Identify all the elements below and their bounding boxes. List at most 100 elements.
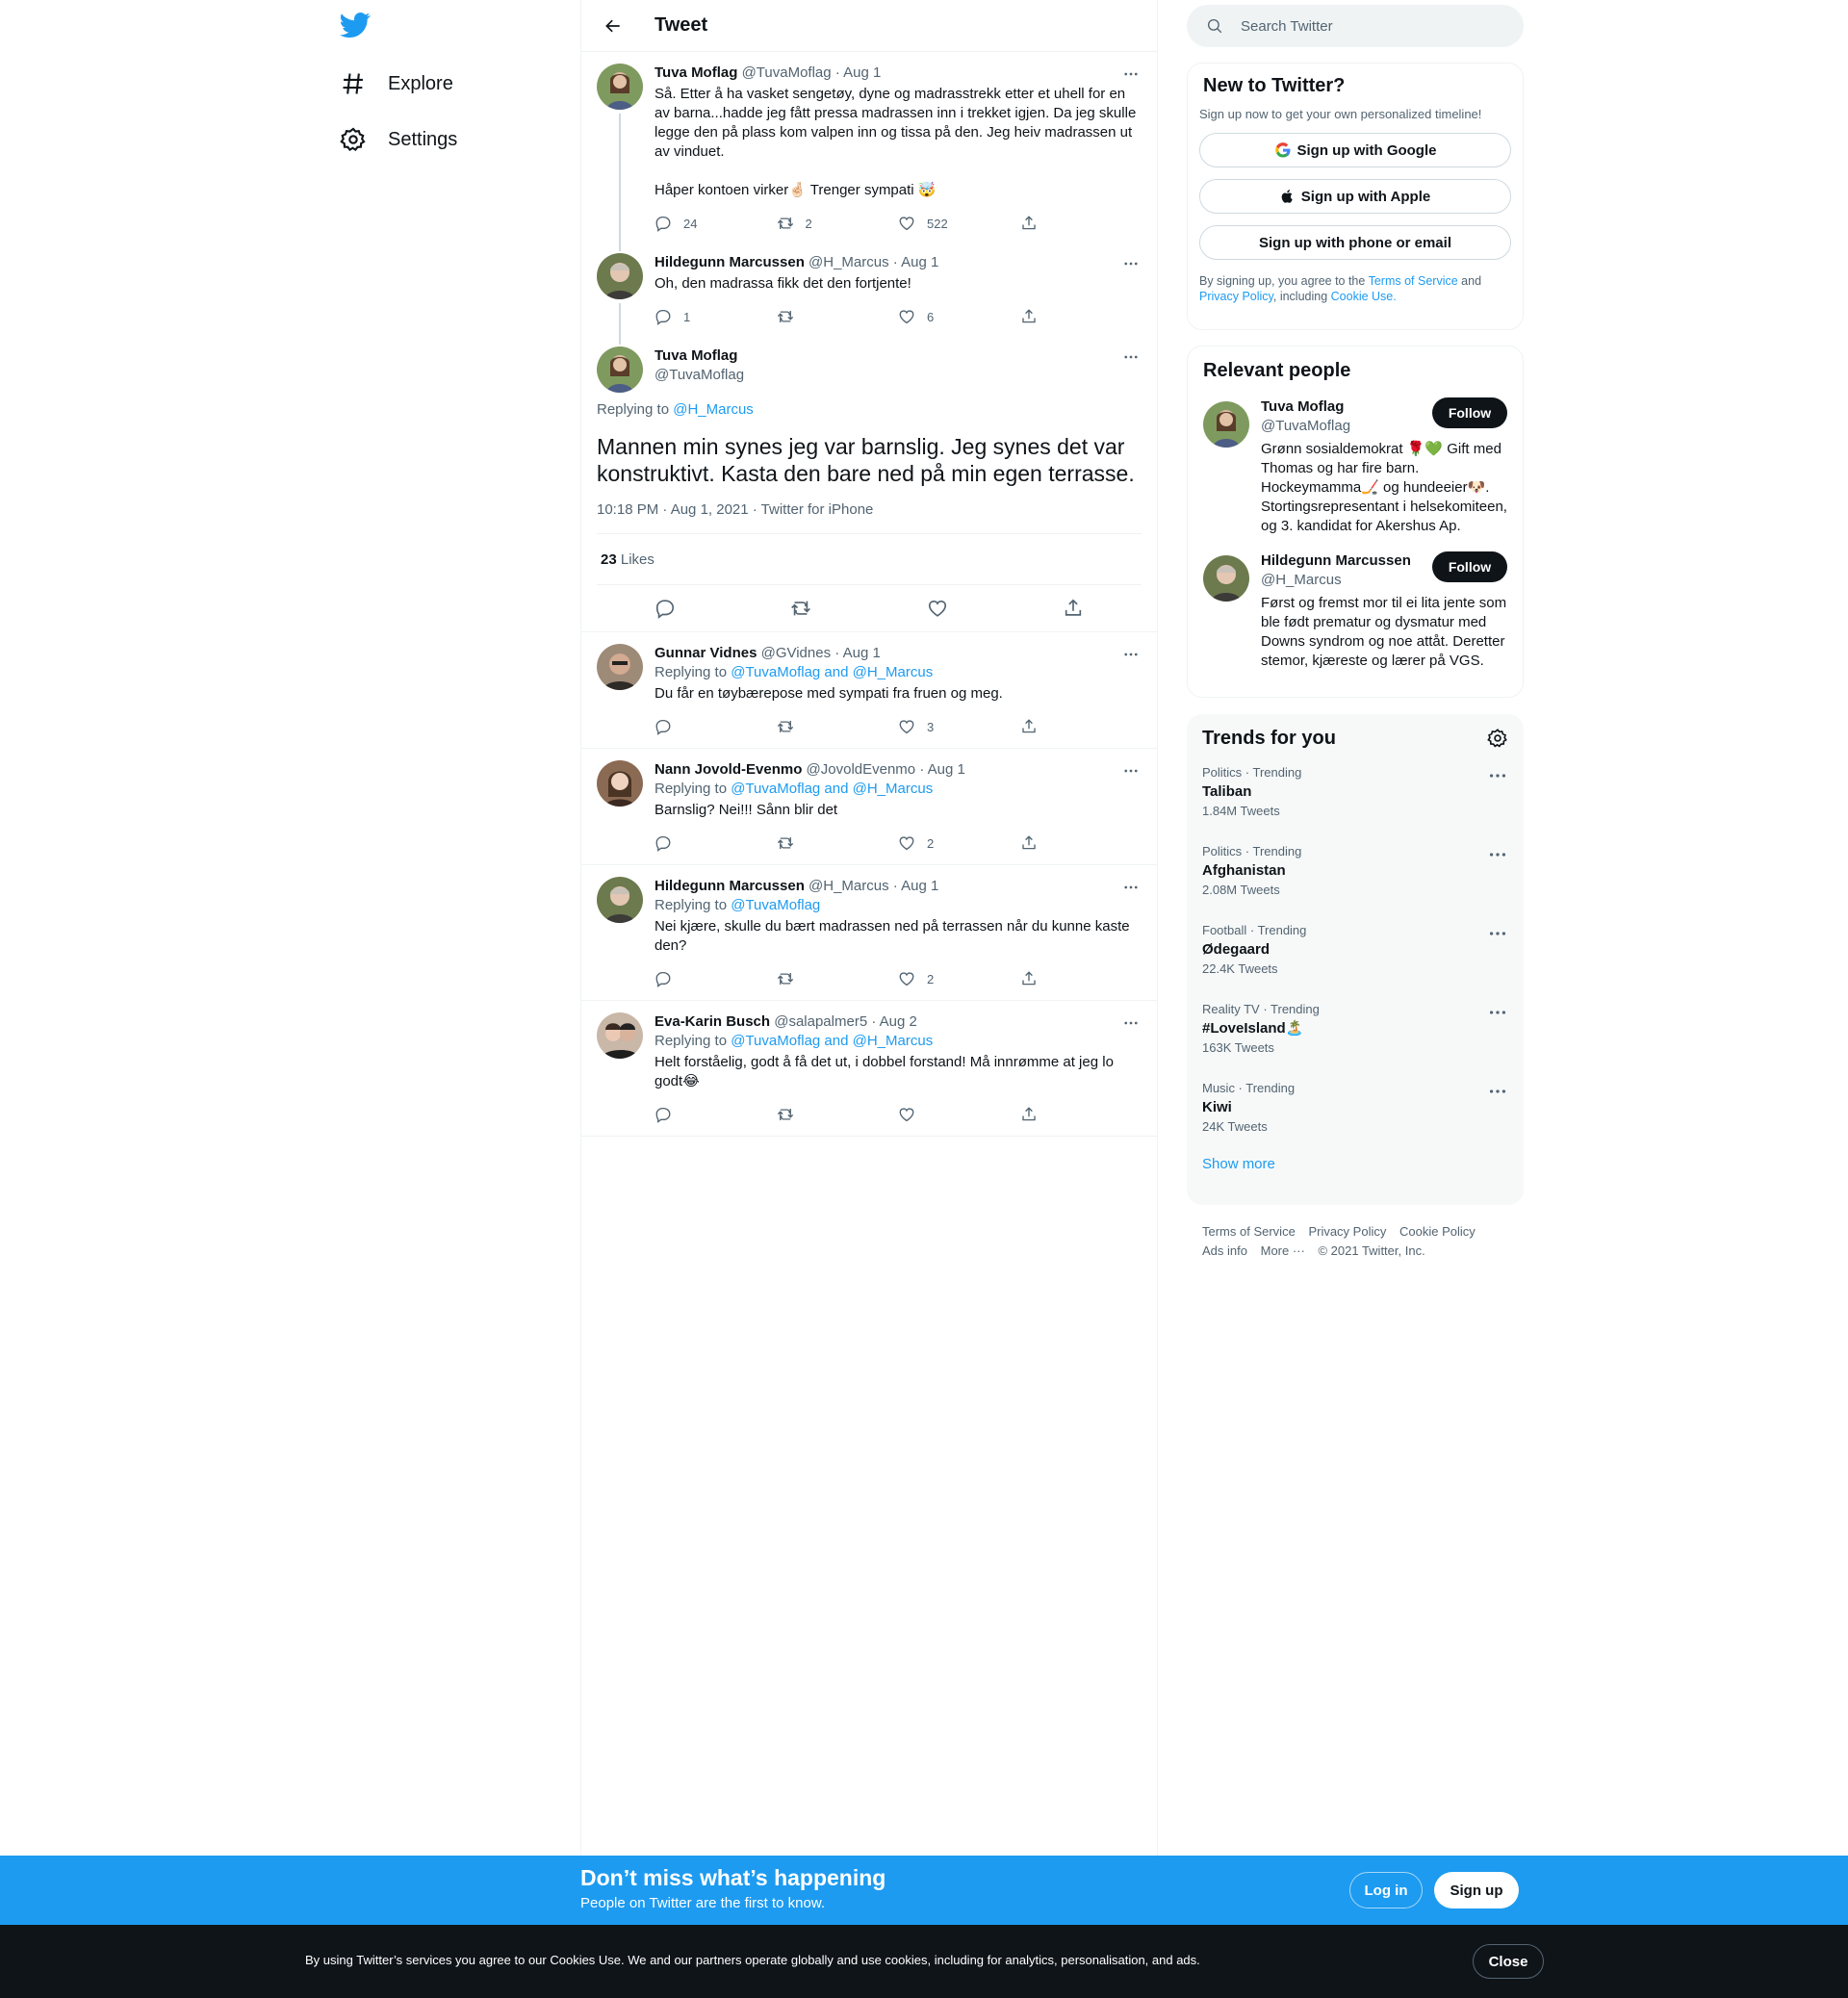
avatar[interactable] <box>597 253 643 299</box>
cookie-use-link[interactable]: Cookie Use. <box>1331 290 1397 303</box>
retweet-button[interactable] <box>777 1106 899 1123</box>
tweet-date[interactable]: · Aug 1 <box>835 64 882 81</box>
more-options-icon[interactable] <box>1120 644 1142 665</box>
avatar[interactable] <box>597 877 643 923</box>
back-arrow-icon[interactable] <box>597 10 629 42</box>
footer-cookie-link[interactable]: Cookie Policy <box>1399 1224 1476 1239</box>
reply-icon[interactable] <box>654 598 676 619</box>
nav-settings[interactable]: Settings <box>334 115 463 164</box>
like-button[interactable]: 2 <box>898 970 1020 987</box>
share-button[interactable] <box>1020 308 1142 325</box>
twitter-logo-icon[interactable] <box>340 10 382 44</box>
share-button[interactable] <box>1020 970 1142 987</box>
reply-tweet[interactable]: Nann Jovold-Evenmo @JovoldEvenmo · Aug 1… <box>581 749 1157 865</box>
more-options-icon[interactable] <box>1120 877 1142 898</box>
footer-ads-info-link[interactable]: Ads info <box>1202 1243 1247 1258</box>
avatar[interactable] <box>597 1012 643 1059</box>
nav-explore[interactable]: Explore <box>334 60 459 108</box>
like-button[interactable]: 3 <box>898 718 1020 735</box>
sign-up-google-button[interactable]: Sign up with Google <box>1199 133 1511 167</box>
sign-up-apple-button[interactable]: Sign up with Apple <box>1199 179 1511 214</box>
like-button[interactable]: 522 <box>898 215 1020 232</box>
footer-terms-link[interactable]: Terms of Service <box>1202 1224 1296 1239</box>
terms-of-service-link[interactable]: Terms of Service <box>1369 274 1458 288</box>
share-icon[interactable] <box>1063 598 1084 619</box>
thread-tweet[interactable]: Tuva Moflag @TuvaMoflag · Aug 1 Så. Ette… <box>581 52 1157 242</box>
gear-icon[interactable] <box>1487 728 1508 749</box>
like-button[interactable]: 2 <box>898 834 1020 852</box>
more-options-icon[interactable] <box>1487 844 1508 865</box>
replying-to-link[interactable]: @TuvaMoflag <box>731 897 820 913</box>
footer-more-link[interactable]: More ··· <box>1261 1243 1305 1258</box>
author-name[interactable]: Eva-Karin Busch <box>654 1013 770 1030</box>
reply-tweet[interactable]: Gunnar Vidnes @GVidnes · Aug 1 Replying … <box>581 632 1157 749</box>
person-item[interactable]: Hildegunn Marcussen @H_Marcus Follow Før… <box>1203 551 1507 671</box>
follow-button[interactable]: Follow <box>1432 397 1507 428</box>
reply-tweet[interactable]: Hildegunn Marcussen @H_Marcus · Aug 1 Re… <box>581 865 1157 1001</box>
reply-button[interactable]: 24 <box>654 215 777 232</box>
trend-item[interactable]: Music · Trending Kiwi 24K Tweets <box>1202 1065 1508 1144</box>
tweet-date[interactable]: · Aug 1 <box>919 761 965 778</box>
show-more-link[interactable]: Show more <box>1202 1156 1508 1172</box>
share-button[interactable] <box>1020 215 1142 232</box>
heart-icon[interactable] <box>927 598 948 619</box>
trend-item[interactable]: Politics · Trending Afghanistan 2.08M Tw… <box>1202 829 1508 908</box>
tweet-date[interactable]: · Aug 2 <box>871 1013 917 1030</box>
more-options-icon[interactable] <box>1120 64 1142 85</box>
more-options-icon[interactable] <box>1120 253 1142 274</box>
avatar[interactable] <box>597 760 643 807</box>
author-handle[interactable]: @salapalmer5 <box>774 1013 867 1030</box>
author-handle[interactable]: @H_Marcus <box>808 878 889 894</box>
more-options-icon[interactable] <box>1120 346 1142 368</box>
author-name[interactable]: Hildegunn Marcussen <box>654 254 805 270</box>
like-button[interactable] <box>898 1106 1020 1123</box>
reply-button[interactable] <box>654 970 777 987</box>
tweet-date[interactable]: · Aug 1 <box>893 878 939 894</box>
author-handle[interactable]: @JovoldEvenmo <box>807 761 916 778</box>
trend-item[interactable]: Football · Trending Ødegaard 22.4K Tweet… <box>1202 908 1508 986</box>
thread-tweet[interactable]: Hildegunn Marcussen @H_Marcus · Aug 1 Oh… <box>581 242 1157 335</box>
author-name[interactable]: Nann Jovold-Evenmo <box>654 761 802 778</box>
close-button[interactable]: Close <box>1473 1944 1544 1979</box>
person-item[interactable]: Tuva Moflag @TuvaMoflag Follow Grønn sos… <box>1203 397 1507 536</box>
author-handle[interactable]: @H_Marcus <box>808 254 889 270</box>
reply-button[interactable] <box>654 834 777 852</box>
avatar[interactable] <box>597 64 643 110</box>
avatar[interactable] <box>1203 555 1249 602</box>
footer-privacy-link[interactable]: Privacy Policy <box>1308 1224 1386 1239</box>
log-in-button[interactable]: Log in <box>1349 1872 1423 1908</box>
likes-summary[interactable]: 23 Likes <box>597 533 1142 585</box>
share-button[interactable] <box>1020 718 1142 735</box>
replying-to-link[interactable]: @H_Marcus <box>673 401 754 418</box>
avatar[interactable] <box>597 346 643 393</box>
reply-button[interactable]: 1 <box>654 308 777 325</box>
retweet-button[interactable] <box>777 718 899 735</box>
replying-to-link[interactable]: @TuvaMoflag and @H_Marcus <box>731 781 933 797</box>
retweet-button[interactable] <box>777 834 899 852</box>
more-options-icon[interactable] <box>1120 760 1142 781</box>
reply-button[interactable] <box>654 718 777 735</box>
author-handle[interactable]: @GVidnes <box>761 645 832 661</box>
retweet-button[interactable] <box>777 308 899 325</box>
author-handle[interactable]: @TuvaMoflag <box>654 366 1142 385</box>
more-options-icon[interactable] <box>1120 1012 1142 1034</box>
retweet-icon[interactable] <box>790 598 811 619</box>
author-name[interactable]: Tuva Moflag <box>654 64 737 81</box>
share-button[interactable] <box>1020 1106 1142 1123</box>
retweet-button[interactable] <box>777 970 899 987</box>
author-name[interactable]: Tuva Moflag <box>654 346 1142 366</box>
more-options-icon[interactable] <box>1487 1002 1508 1023</box>
more-options-icon[interactable] <box>1487 765 1508 786</box>
tweet-date[interactable]: · Aug 1 <box>834 645 881 661</box>
share-button[interactable] <box>1020 834 1142 852</box>
privacy-policy-link[interactable]: Privacy Policy <box>1199 290 1273 303</box>
author-name[interactable]: Gunnar Vidnes <box>654 645 757 661</box>
author-handle[interactable]: @TuvaMoflag <box>742 64 832 81</box>
sign-up-phone-button[interactable]: Sign up with phone or email <box>1199 225 1511 260</box>
reply-tweet[interactable]: Eva-Karin Busch @salapalmer5 · Aug 2 Rep… <box>581 1001 1157 1137</box>
reply-button[interactable] <box>654 1106 777 1123</box>
trend-item[interactable]: Reality TV · Trending #LoveIsland🏝️ 163K… <box>1202 986 1508 1065</box>
replying-to-link[interactable]: @TuvaMoflag and @H_Marcus <box>731 1033 933 1049</box>
tweet-date[interactable]: · Aug 1 <box>893 254 939 270</box>
replying-to-link[interactable]: @TuvaMoflag and @H_Marcus <box>731 664 933 680</box>
